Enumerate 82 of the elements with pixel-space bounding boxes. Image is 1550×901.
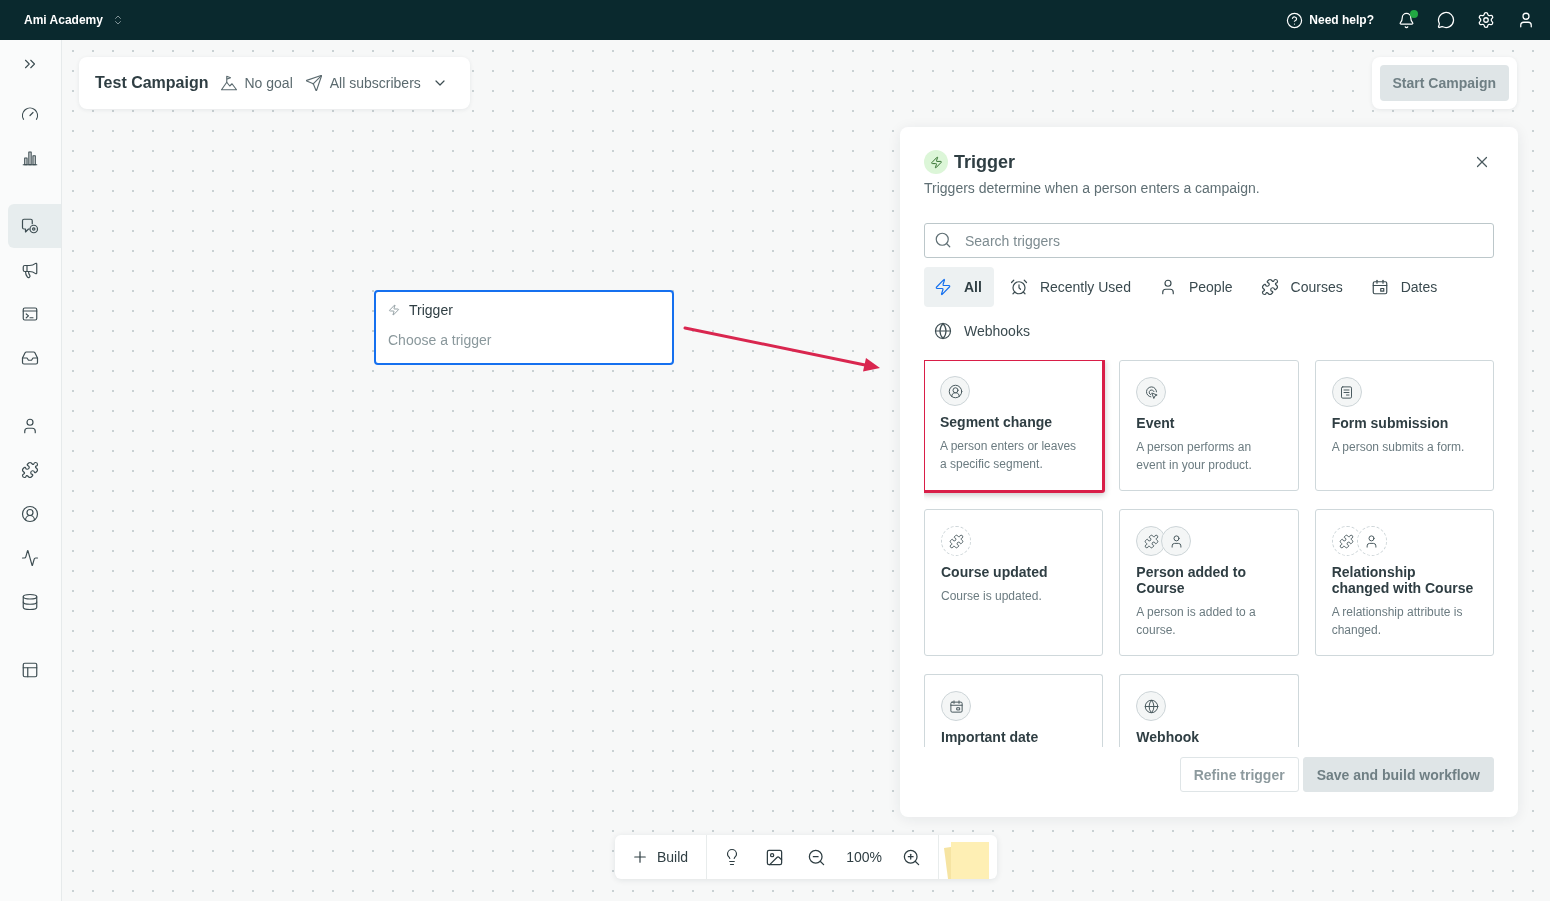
card-description: A person enters or leaves a specific segment. bbox=[940, 438, 1078, 473]
card-title: Relationship changed with Course bbox=[1331, 564, 1475, 596]
plus-icon bbox=[631, 848, 649, 866]
lightning-icon bbox=[924, 150, 948, 174]
globe-icon bbox=[934, 322, 952, 340]
bar-chart-icon bbox=[21, 149, 39, 167]
node-subtitle: Choose a trigger bbox=[388, 332, 493, 348]
card-description: A person performs an event in your product. bbox=[1136, 439, 1253, 474]
paper-plane-icon bbox=[304, 74, 323, 92]
zoom-in-icon bbox=[902, 847, 922, 867]
pulse-icon bbox=[21, 549, 39, 567]
form-icon bbox=[1331, 377, 1362, 407]
user-icon bbox=[1161, 526, 1192, 556]
build-button[interactable]: Build bbox=[615, 835, 707, 879]
help-button[interactable]: Need help? bbox=[1286, 7, 1374, 33]
filter-tab[interactable]: People bbox=[1148, 267, 1245, 307]
puzzle-icon bbox=[1260, 278, 1279, 296]
cursor-click-icon bbox=[1136, 377, 1167, 407]
card-title: Person added to Course bbox=[1136, 564, 1247, 596]
puzzle-icon bbox=[21, 461, 39, 479]
trigger-card[interactable]: Important date bbox=[924, 674, 1104, 747]
help-icon bbox=[1286, 11, 1304, 29]
user-circle-icon bbox=[940, 376, 970, 406]
card-description: Course is updated. bbox=[941, 588, 1042, 605]
database-icon bbox=[21, 593, 39, 611]
globe-icon bbox=[1136, 691, 1167, 721]
trigger-card[interactable]: Course updated Course is updated. bbox=[924, 509, 1104, 656]
calendar-icon bbox=[941, 691, 971, 721]
card-description: A person is added to a course. bbox=[1136, 604, 1257, 639]
user-icon bbox=[1517, 11, 1535, 29]
chat-bubble-icon bbox=[1437, 11, 1455, 29]
settings-icon bbox=[1477, 11, 1495, 29]
filter-tab[interactable]: Courses bbox=[1250, 267, 1355, 307]
card-title: Webhook bbox=[1136, 729, 1200, 745]
audience-button[interactable]: All subscribers bbox=[304, 74, 448, 92]
filter-tab[interactable]: Recently Used bbox=[999, 267, 1143, 307]
trigger-card[interactable]: Segment change A person enters or leaves a specific segment. bbox=[924, 360, 1106, 493]
panel-title: Trigger bbox=[954, 151, 1015, 173]
filter-tab[interactable]: Webhooks bbox=[924, 311, 1042, 351]
trigger-card[interactable]: Relationship changed with Course A relationship attribute is changed. bbox=[1314, 509, 1494, 656]
workspace-switcher[interactable]: Ami Academy bbox=[24, 9, 124, 31]
terminal-window-icon bbox=[21, 305, 39, 323]
card-title: Important date bbox=[941, 729, 1039, 745]
search-field[interactable]: Search triggers bbox=[924, 223, 1494, 258]
card-description: A person submits a form. bbox=[1331, 439, 1465, 456]
filter-tab[interactable]: All bbox=[924, 267, 994, 307]
table-layout-icon bbox=[21, 661, 39, 679]
inbox-icon bbox=[21, 349, 39, 367]
card-description: A relationship attribute is changed. bbox=[1331, 604, 1464, 639]
trigger-card[interactable]: Form submission A person submits a form. bbox=[1314, 360, 1494, 491]
trigger-card[interactable]: Person added to Course A person is added to a course. bbox=[1119, 509, 1299, 656]
gauge-icon bbox=[21, 105, 39, 123]
bell-icon bbox=[1397, 11, 1415, 29]
chat-target-icon bbox=[21, 217, 39, 235]
nav-item[interactable] bbox=[8, 204, 61, 248]
puzzle-icon bbox=[941, 526, 971, 556]
card-title: Segment change bbox=[940, 414, 1053, 430]
zoom-level: 100% bbox=[845, 849, 883, 865]
card-title: Course updated bbox=[941, 564, 1048, 580]
image-icon bbox=[764, 847, 784, 867]
lightning-icon bbox=[388, 304, 400, 316]
user-circle-icon bbox=[21, 505, 39, 523]
card-title: Event bbox=[1136, 415, 1175, 431]
alarm-clock-icon bbox=[1009, 278, 1028, 296]
goal-button[interactable]: No goal bbox=[219, 74, 293, 92]
calendar-icon bbox=[1370, 278, 1389, 296]
sticky-note-icon bbox=[942, 839, 989, 879]
lightning-icon bbox=[934, 278, 952, 296]
trigger-node[interactable]: Trigger Choose a trigger bbox=[374, 290, 674, 365]
megaphone-icon bbox=[21, 261, 39, 279]
node-title: Trigger bbox=[409, 302, 453, 318]
campaign-title: Test Campaign bbox=[95, 74, 209, 92]
panel-description: Triggers determine when a person enters a campaign. bbox=[924, 179, 1261, 198]
filter-tab[interactable]: Dates bbox=[1360, 267, 1450, 307]
search-icon bbox=[934, 231, 952, 249]
mountain-flag-icon bbox=[219, 74, 238, 92]
trigger-card[interactable]: Webhook bbox=[1119, 674, 1299, 747]
user-icon bbox=[21, 417, 39, 435]
card-title: Form submission bbox=[1331, 415, 1449, 431]
trigger-card[interactable]: Event A person performs an event in your product. bbox=[1119, 360, 1299, 491]
zoom-out-icon bbox=[806, 847, 826, 867]
user-icon bbox=[1356, 526, 1387, 556]
